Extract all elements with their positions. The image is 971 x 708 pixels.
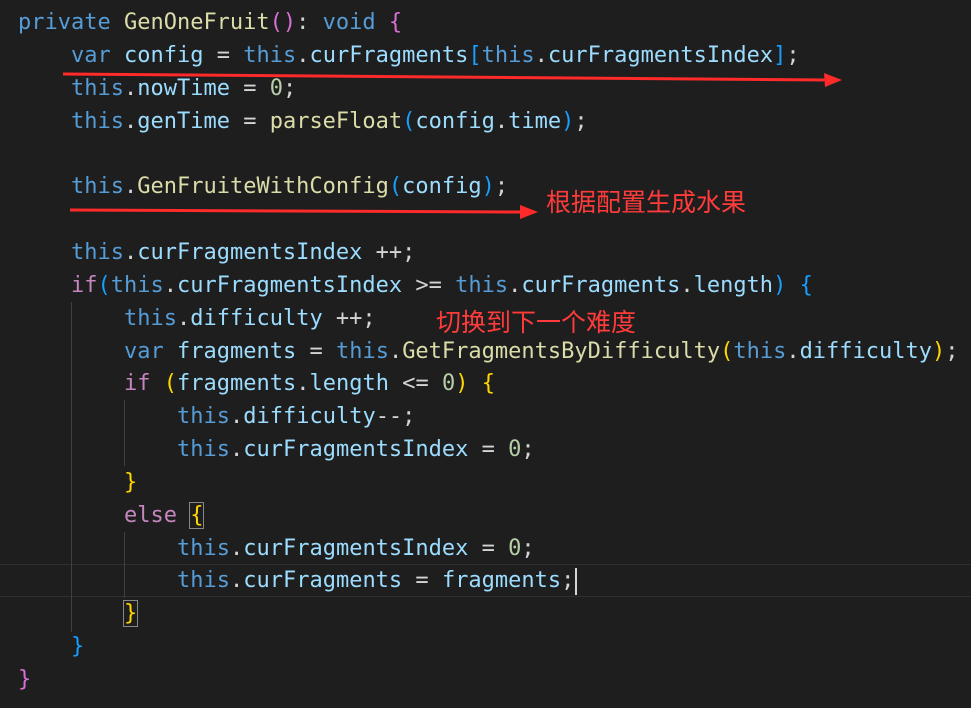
annotation-arrows [62,72,842,219]
annotation-arrowhead [824,73,842,87]
annotation-arrow [62,72,827,82]
code-editor[interactable]: private GenOneFruit(): void {var config … [0,0,971,708]
annotation-arrowhead [520,205,538,219]
annotation-arrow [69,208,523,214]
annotation-next-difficulty-label: 切换到下一个难度 [436,308,637,337]
annotation-gen-fruit-label: 根据配置生成水果 [546,188,747,217]
